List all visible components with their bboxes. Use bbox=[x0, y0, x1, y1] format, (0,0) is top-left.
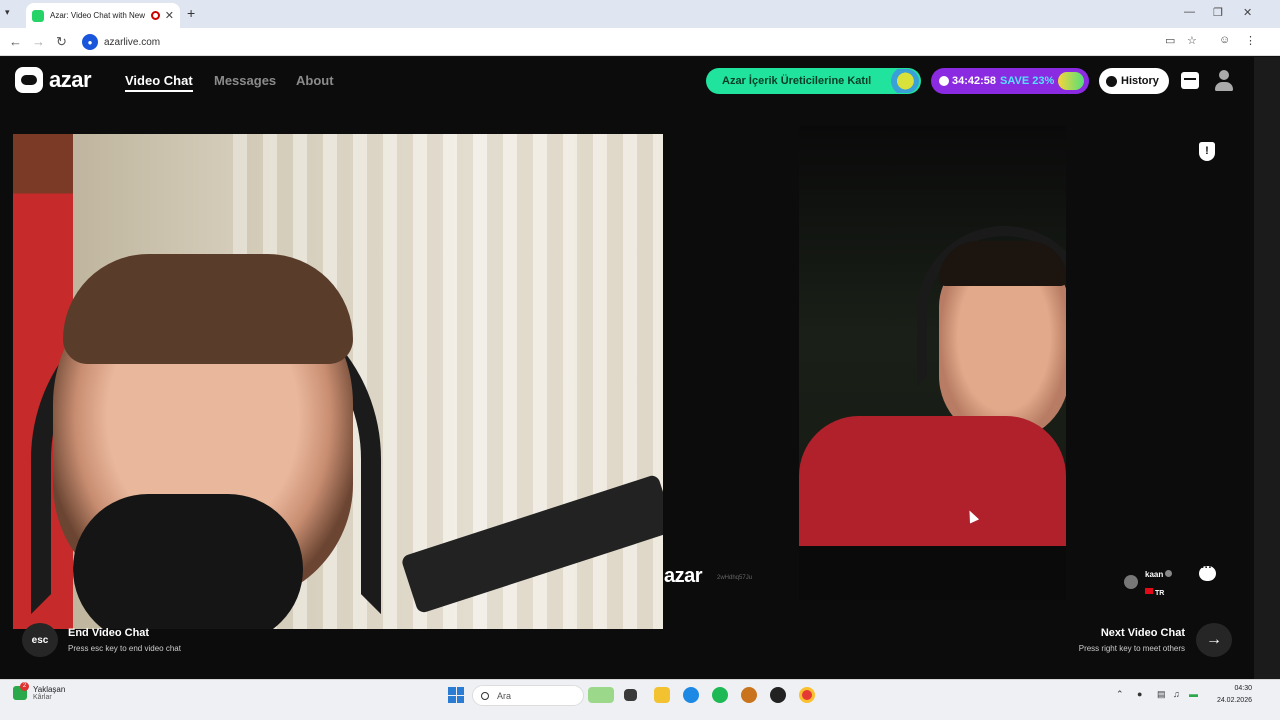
taskbar-search[interactable]: Ara bbox=[472, 685, 584, 706]
browser-tab-bar: ▾ Azar: Video Chat with New ✕ + — ❐ ✕ bbox=[0, 0, 1280, 28]
user-avatar-icon[interactable] bbox=[1214, 70, 1234, 92]
site-info-icon[interactable]: ● bbox=[82, 34, 98, 50]
azar-favicon-icon bbox=[32, 9, 44, 22]
gems-icon bbox=[1058, 72, 1084, 90]
peer-avatar-icon bbox=[1124, 575, 1138, 589]
azar-watermark: azar bbox=[664, 565, 703, 587]
tab-title: Azar: Video Chat with New bbox=[50, 11, 146, 20]
reload-icon[interactable]: ↻ bbox=[56, 34, 67, 50]
profile-icon[interactable]: ☺ bbox=[1219, 34, 1230, 46]
windows-taskbar: 2 Yaklaşan Kârlar Ara ⌃ ● ▤ ♫ ▬ 04:30 24… bbox=[0, 679, 1280, 720]
peer-name: kaan bbox=[1145, 570, 1164, 579]
promo-label: Azar İçerik Üreticilerine Katıl bbox=[722, 75, 872, 87]
end-video-chat-button[interactable]: esc bbox=[22, 623, 58, 657]
restore-icon[interactable]: ❐ bbox=[1213, 6, 1223, 19]
bookmark-star-icon[interactable]: ☆ bbox=[1187, 34, 1197, 47]
browser-toolbar: ← → ↻ ● azarlive.com ▭ ☆ ☺ ⋮ bbox=[0, 28, 1280, 56]
creator-promo-button[interactable]: Azar İçerik Üreticilerine Katıl bbox=[706, 68, 921, 94]
tray-expand-icon[interactable]: ⌃ bbox=[1116, 689, 1124, 700]
recorder-app-icon[interactable] bbox=[770, 687, 786, 703]
turkey-flag-icon bbox=[1145, 587, 1153, 594]
close-tab-icon[interactable]: ✕ bbox=[165, 9, 174, 22]
battery-icon[interactable]: ▬ bbox=[1189, 689, 1198, 699]
browser-menu-icon[interactable]: ⋮ bbox=[1245, 34, 1256, 47]
taskbar-date[interactable]: 24.02.2026 bbox=[1211, 697, 1252, 704]
file-explorer-icon[interactable] bbox=[654, 687, 670, 703]
address-bar[interactable]: ● azarlive.com bbox=[80, 31, 1180, 53]
app-icon[interactable] bbox=[741, 687, 757, 703]
next-video-chat-hint: Press right key to meet others bbox=[1078, 644, 1185, 653]
peer-verified-icon bbox=[1165, 570, 1173, 577]
timer-value: 34:42:58 bbox=[952, 75, 997, 87]
microphone-image bbox=[73, 494, 303, 629]
next-video-chat-button[interactable]: → bbox=[1196, 623, 1232, 657]
install-app-icon[interactable]: ▭ bbox=[1165, 34, 1175, 47]
widget-landscape-icon[interactable] bbox=[588, 687, 614, 703]
browser-tab-azar[interactable]: Azar: Video Chat with New ✕ bbox=[26, 3, 180, 28]
end-video-chat-hint: Press esc key to end video chat bbox=[68, 644, 181, 653]
edge-browser-icon[interactable] bbox=[683, 687, 699, 703]
taskbar-time[interactable]: 04:30 bbox=[1230, 685, 1252, 692]
chrome-icon[interactable] bbox=[799, 687, 815, 703]
news-icon: 2 bbox=[13, 682, 29, 700]
weather-widget[interactable]: 2 Yaklaşan Kârlar bbox=[13, 682, 66, 701]
notification-count: 2 bbox=[20, 682, 29, 691]
back-arrow-icon[interactable]: ← bbox=[9, 34, 22, 49]
page-scrollbar[interactable] bbox=[1254, 57, 1280, 679]
my-camera-video bbox=[13, 134, 663, 629]
peer-camera-video bbox=[799, 126, 1066, 600]
peer-country: TR bbox=[1155, 590, 1165, 597]
search-placeholder: Ara bbox=[497, 690, 512, 701]
forward-arrow-icon[interactable]: → bbox=[32, 34, 45, 49]
minimize-icon[interactable]: — bbox=[1184, 6, 1195, 18]
report-shield-icon[interactable]: ! bbox=[1199, 142, 1215, 161]
sale-timer-button[interactable]: 34:42:58 SAVE 23% bbox=[931, 68, 1089, 94]
search-icon bbox=[481, 691, 489, 700]
azar-app: azar Video Chat Messages About Azar İçer… bbox=[0, 57, 1254, 679]
chat-bubble-icon[interactable] bbox=[1199, 562, 1216, 581]
clock-icon bbox=[939, 76, 949, 86]
widget-title: Yaklaşan bbox=[33, 685, 66, 694]
tab-search-chevron-icon[interactable]: ▾ bbox=[5, 7, 10, 18]
history-button[interactable]: History bbox=[1099, 68, 1169, 94]
history-label: History bbox=[1121, 75, 1159, 87]
nav-video-chat[interactable]: Video Chat bbox=[125, 73, 193, 92]
azar-logo-icon bbox=[15, 67, 43, 93]
peer-info[interactable]: kaan TR bbox=[1124, 564, 1173, 600]
address-url: azarlive.com bbox=[104, 36, 161, 48]
shop-box-icon[interactable] bbox=[1181, 72, 1199, 89]
nav-about[interactable]: About bbox=[296, 73, 334, 88]
azar-logo[interactable]: azar bbox=[15, 67, 92, 93]
widget-subtitle: Kârlar bbox=[33, 694, 52, 701]
close-window-icon[interactable]: ✕ bbox=[1243, 6, 1252, 19]
sale-offer: SAVE 23% bbox=[1000, 75, 1055, 87]
history-clock-icon bbox=[1106, 75, 1117, 87]
promo-illustration-icon bbox=[885, 69, 919, 93]
session-id: 2wHdhq57Ju bbox=[717, 575, 753, 581]
new-tab-button[interactable]: + bbox=[187, 5, 195, 21]
microphone-icon[interactable]: ● bbox=[1137, 689, 1142, 699]
task-view-icon[interactable] bbox=[624, 689, 637, 701]
end-video-chat-title: End Video Chat bbox=[68, 627, 150, 639]
display-icon[interactable]: ▤ bbox=[1157, 689, 1166, 700]
next-video-chat-title: Next Video Chat bbox=[1100, 627, 1185, 639]
windows-start-icon[interactable] bbox=[448, 687, 464, 703]
volume-icon[interactable]: ♫ bbox=[1173, 689, 1180, 699]
nav-messages[interactable]: Messages bbox=[214, 73, 276, 88]
spotify-icon[interactable] bbox=[712, 687, 728, 703]
recording-indicator-icon bbox=[150, 11, 160, 20]
logo-text: azar bbox=[49, 67, 92, 92]
